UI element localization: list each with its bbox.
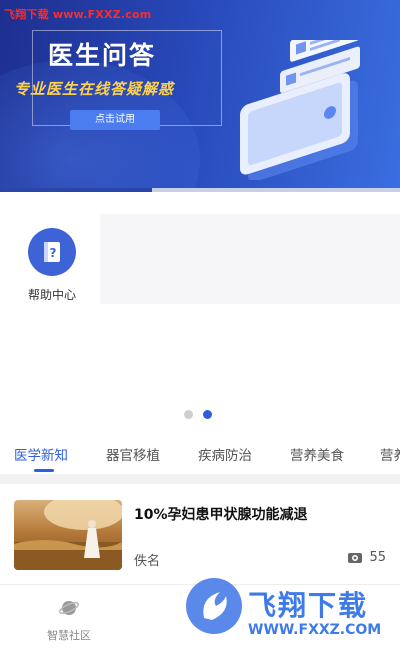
- banner-progress-fill: [0, 188, 152, 192]
- article-thumbnail: [14, 500, 122, 570]
- phone-illustration: [240, 40, 360, 180]
- article-views: 55: [347, 550, 386, 565]
- download-site-watermark: 飞翔下载 WWW.FXXZ.COM: [186, 578, 400, 655]
- app-screen: 飞翔下载 www.FXXZ.com 医生问答 专业医生在线答疑解惑 点击试用 ?…: [0, 0, 400, 655]
- help-center-entry[interactable]: ? 帮助中心: [20, 228, 84, 303]
- site-watermark: 飞翔下载 www.FXXZ.com: [4, 8, 152, 21]
- entry-placeholder: [100, 214, 400, 304]
- banner-subtitle: 专业医生在线答疑解惑: [14, 80, 175, 98]
- pager-dots: [184, 410, 212, 419]
- banner-title: 医生问答: [48, 41, 157, 70]
- section-divider: [0, 474, 400, 484]
- tab-organ-transplant[interactable]: 器官移植: [106, 444, 160, 464]
- nav-smart-community[interactable]: 智慧社区: [34, 597, 104, 643]
- article-view-count: 55: [369, 550, 386, 565]
- category-tabs: 医学新知 器官移植 疾病防治 营养美食 营养: [0, 436, 400, 472]
- article-author: 佚名: [134, 554, 161, 569]
- tab-medical-news[interactable]: 医学新知: [14, 444, 68, 464]
- eye-icon: [348, 552, 363, 563]
- nav-smart-community-label: 智慧社区: [47, 629, 91, 642]
- tab-disease-prevention[interactable]: 疾病防治: [198, 444, 252, 464]
- tab-nutrition-partial[interactable]: 营养: [380, 444, 400, 464]
- article-item[interactable]: 10%孕妇患甲状腺功能减退 佚名 55: [0, 490, 400, 580]
- watermark-url: WWW.FXXZ.COM: [248, 622, 382, 638]
- article-title: 10%孕妇患甲状腺功能减退: [134, 507, 308, 523]
- tab-nutrition-food[interactable]: 营养美食: [290, 444, 344, 464]
- watermark-logo: [186, 578, 242, 634]
- pager-dot-active[interactable]: [203, 410, 212, 419]
- try-now-button[interactable]: 点击试用: [70, 110, 160, 130]
- promo-banner[interactable]: 飞翔下载 www.FXXZ.com 医生问答 专业医生在线答疑解惑 点击试用: [0, 0, 400, 192]
- pager-dot[interactable]: [184, 410, 193, 419]
- banner-progress: [0, 188, 400, 192]
- help-center-label: 帮助中心: [27, 288, 76, 302]
- watermark-name: 飞翔下载: [248, 589, 369, 622]
- help-book-icon: ?: [28, 228, 76, 276]
- active-tab-indicator: [34, 469, 54, 472]
- svg-text:?: ?: [50, 246, 57, 260]
- planet-icon: [59, 601, 79, 615]
